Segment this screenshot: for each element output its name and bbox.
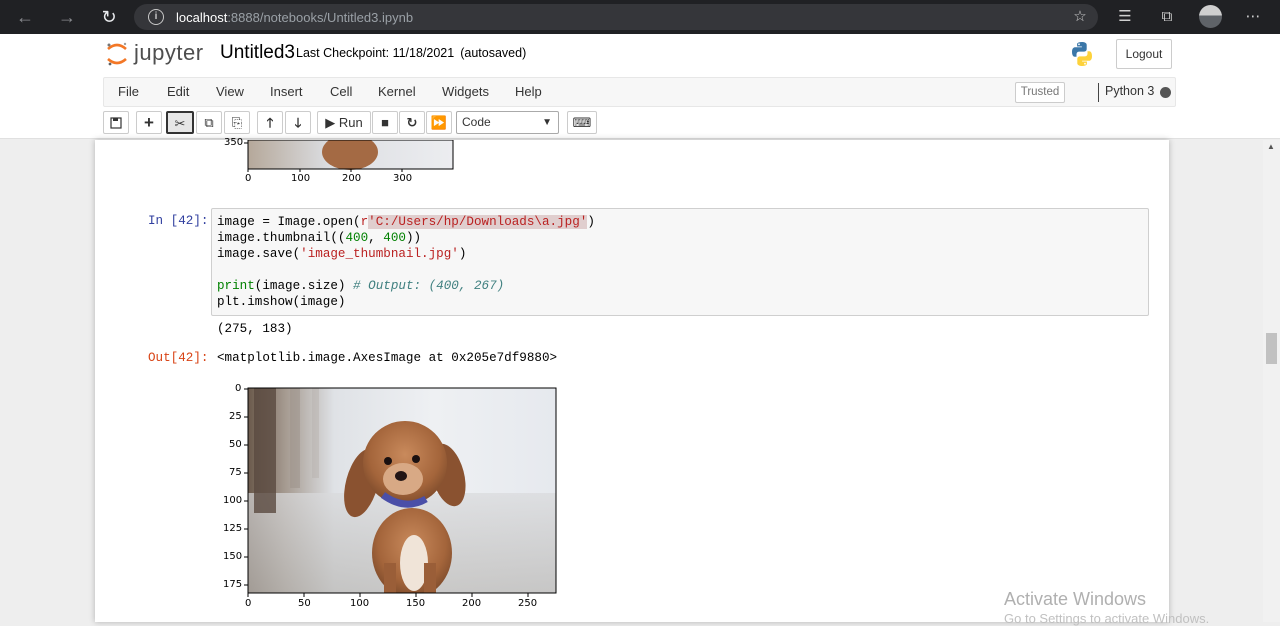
prev-x-tick: 0 <box>245 173 252 184</box>
scrollbar-thumb[interactable] <box>1266 333 1277 364</box>
prev-x-tick: 200 <box>342 173 362 184</box>
y-tick-label: 100 <box>223 495 243 506</box>
collections-icon[interactable]: ⧉ <box>1157 7 1177 27</box>
prev-y-tick: 350 <box>224 137 244 148</box>
y-tick-marks <box>244 388 248 586</box>
move-down-icon[interactable]: 🡓 <box>285 111 311 134</box>
menu-kernel[interactable]: Kernel <box>378 84 416 99</box>
keyboard-icon[interactable]: ⌨ <box>567 111 597 134</box>
x-tick-label: 0 <box>245 598 252 609</box>
profile-avatar[interactable] <box>1199 5 1222 28</box>
site-info-icon[interactable]: i <box>148 9 164 25</box>
x-tick-label: 50 <box>298 598 311 609</box>
activate-windows-subtitle: Go to Settings to activate Windows. <box>1004 611 1210 626</box>
copy-icon[interactable]: ⧉ <box>196 111 222 134</box>
output-prompt: Out[42]: <box>148 351 209 365</box>
y-tick-label: 125 <box>223 523 243 534</box>
menu-cell[interactable]: Cell <box>330 84 352 99</box>
y-tick-label: 50 <box>229 439 242 450</box>
menu-help[interactable]: Help <box>515 84 542 99</box>
y-tick-label: 175 <box>223 579 243 590</box>
y-tick-label: 75 <box>229 467 242 478</box>
notebook-name[interactable]: Untitled3 <box>220 42 295 64</box>
code-line: print(image.size) # Output: (400, 267) <box>217 279 505 293</box>
prev-x-tick: 100 <box>291 173 311 184</box>
code-line: image.thumbnail((400, 400)) <box>217 231 422 245</box>
x-tick-label: 100 <box>350 598 370 609</box>
kernel-status-icon <box>1160 87 1171 98</box>
x-tick-label: 150 <box>406 598 426 609</box>
code-line: plt.imshow(image) <box>217 295 346 309</box>
insert-cell-icon[interactable]: + <box>136 111 162 134</box>
trusted-indicator[interactable]: Trusted <box>1015 82 1065 103</box>
jupyter-logo-icon <box>107 42 127 66</box>
y-tick-label: 25 <box>229 411 242 422</box>
checkpoint-status: Last Checkpoint: 11/18/2021 (autosaved) <box>296 46 527 60</box>
x-tick-marks <box>247 593 529 597</box>
add-favorite-icon[interactable]: ☆ <box>1070 7 1090 27</box>
notebook-header: jupyter Untitled3 Last Checkpoint: 11/18… <box>0 34 1280 139</box>
menu-view[interactable]: View <box>216 84 244 99</box>
code-line: image = Image.open(r'C:/Users/hp/Downloa… <box>217 215 595 229</box>
move-up-icon[interactable]: 🡑 <box>257 111 283 134</box>
save-icon[interactable] <box>103 111 129 134</box>
stdout-output: (275, 183) <box>217 322 293 336</box>
forward-arrow-icon[interactable]: → <box>57 7 77 27</box>
browser-toolbar: ← → ↻ i localhost:8888/notebooks/Untitle… <box>0 0 1280 34</box>
restart-icon[interactable]: ↻ <box>399 111 425 134</box>
url-text: localhost:8888/notebooks/Untitled3.ipynb <box>176 10 414 25</box>
output-plot <box>244 387 557 597</box>
page-scrollbar[interactable]: ▲ <box>1263 140 1280 622</box>
kernel-divider <box>1098 83 1099 102</box>
run-button[interactable]: ▶ Run <box>317 111 371 134</box>
output-repr: <matplotlib.image.AxesImage at 0x205e7df… <box>217 351 558 365</box>
chevron-down-icon: ▼ <box>542 117 552 128</box>
y-tick-label: 150 <box>223 551 243 562</box>
paste-icon[interactable]: ⎘ <box>224 111 250 134</box>
back-arrow-icon[interactable]: ← <box>15 7 35 27</box>
cell-type-select[interactable]: Code ▼ <box>456 111 559 134</box>
code-editor[interactable]: image = Image.open(r'C:/Users/hp/Downloa… <box>211 208 1149 316</box>
dog-image <box>248 388 556 593</box>
favorites-icon[interactable]: ☰ <box>1115 7 1135 27</box>
more-menu-icon[interactable]: ⋯ <box>1243 7 1263 27</box>
logout-button[interactable]: Logout <box>1116 39 1172 69</box>
activate-windows-title: Activate Windows <box>1004 589 1147 609</box>
menu-file[interactable]: File <box>118 84 139 99</box>
prev-x-tick: 300 <box>393 173 413 184</box>
x-tick-label: 250 <box>518 598 538 609</box>
x-tick-label: 200 <box>462 598 482 609</box>
code-line: image.save('image_thumbnail.jpg') <box>217 247 467 261</box>
python-logo-icon <box>1072 42 1092 66</box>
menu-bar: File Edit View Insert Cell Kernel Widget… <box>103 77 1176 107</box>
kernel-name[interactable]: Python 3 <box>1105 84 1154 98</box>
menu-edit[interactable]: Edit <box>167 84 189 99</box>
cut-icon[interactable]: ✂ <box>166 111 194 134</box>
reload-icon[interactable]: ↻ <box>99 7 119 27</box>
y-tick-label: 0 <box>235 383 242 394</box>
stop-icon[interactable]: ■ <box>372 111 398 134</box>
previous-plot <box>244 140 454 172</box>
scroll-up-icon[interactable]: ▲ <box>1267 142 1275 151</box>
run-icon: ▶ <box>325 115 336 130</box>
input-prompt: In [42]: <box>148 214 209 228</box>
address-bar[interactable]: i localhost:8888/notebooks/Untitled3.ipy… <box>134 4 1098 30</box>
fast-forward-icon[interactable]: ⏩ <box>426 111 452 134</box>
menu-insert[interactable]: Insert <box>270 84 303 99</box>
menu-widgets[interactable]: Widgets <box>442 84 489 99</box>
